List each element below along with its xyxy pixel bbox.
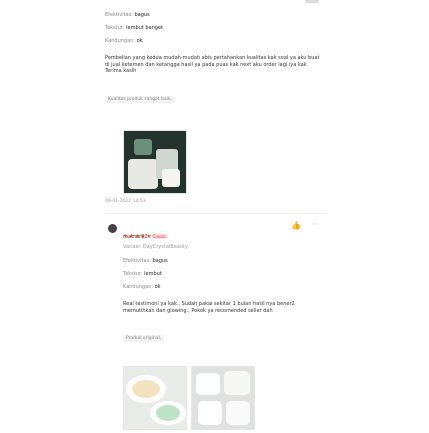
efektivitas-row: Efektivitas: bagus <box>105 12 325 19</box>
tekstur-label: Tekstur: <box>123 271 143 277</box>
tekstur-row: Tekstur: lembut <box>123 271 323 278</box>
tekstur-value: lembut <box>144 271 162 277</box>
thumb-up-icon[interactable]: 👍 <box>291 221 301 230</box>
cream-jars-photo-icon <box>192 367 254 429</box>
tekstur-row: Tekstur: lembut banget <box>105 25 325 32</box>
tekstur-value: lembut banget <box>126 25 164 31</box>
review-photo[interactable] <box>123 130 187 194</box>
efektivitas-row: Efektivitas: bagus <box>123 258 323 265</box>
tekstur-label: Tekstur: <box>105 25 125 31</box>
review-2: ★★★★★ Variasi: DayCrystalBeauty Efektivi… <box>123 233 323 343</box>
divider <box>105 213 327 214</box>
review-1: Efektivitas: bagus Tekstur: lembut bange… <box>105 12 325 104</box>
top-edge-element <box>305 0 319 3</box>
kandungan-row: Kandungan: ok <box>123 284 323 291</box>
review-tag[interactable]: Produk original, <box>123 335 165 342</box>
efektivitas-label: Efektivitas: <box>123 258 151 264</box>
cream-jar-photo-icon <box>124 367 186 429</box>
efektivitas-value: bagus <box>134 12 150 18</box>
review-date: 09-01-2022 14:53 <box>105 199 146 204</box>
kandungan-label: Kandungan: <box>123 284 154 290</box>
kandungan-label: Kandungan: <box>105 38 136 44</box>
review-photo-2[interactable] <box>191 366 255 430</box>
more-icon[interactable]: ⋯ <box>311 220 318 228</box>
efektivitas-label: Efektivitas: <box>105 12 133 18</box>
rating-stars: ★★★★★ <box>123 233 152 240</box>
product-photo-icon <box>124 131 186 193</box>
user-avatar[interactable] <box>108 224 117 233</box>
variation-text: Variasi: DayCrystalBeauty <box>123 244 188 250</box>
kandungan-value: ok <box>154 284 161 290</box>
review-comment: Pembelian yang kedua mudah-mudah abis pe… <box>105 55 320 74</box>
efektivitas-value: bagus <box>152 258 168 264</box>
review-tag[interactable]: Kualitas produk sangat baik, <box>105 95 175 103</box>
review-photo-1[interactable] <box>123 366 187 430</box>
kandungan-row: Kandungan: ok <box>105 38 325 45</box>
kandungan-value: ok <box>136 38 143 44</box>
review-comment: Real testimoni ya kak.. Sudah pakai seki… <box>123 301 295 314</box>
